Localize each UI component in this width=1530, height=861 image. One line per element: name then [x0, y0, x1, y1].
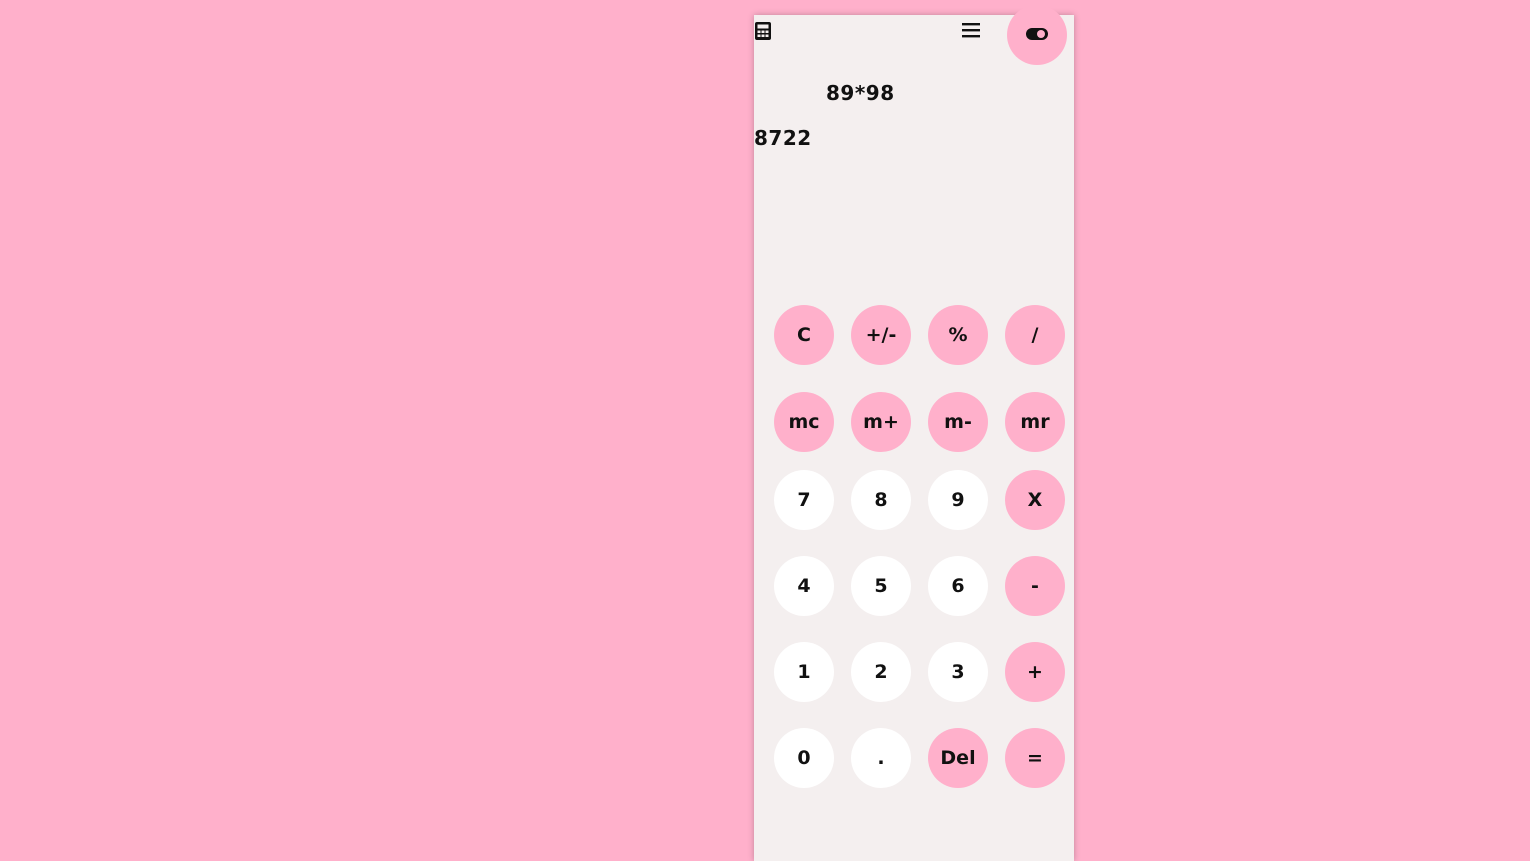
- memory-recall-button[interactable]: mr: [1005, 392, 1065, 452]
- percent-button[interactable]: %: [928, 305, 988, 365]
- digit-4-button[interactable]: 4: [774, 556, 834, 616]
- digit-7-button[interactable]: 7: [774, 470, 834, 530]
- digit-1-button[interactable]: 1: [774, 642, 834, 702]
- divide-button[interactable]: /: [1005, 305, 1065, 365]
- clear-button[interactable]: C: [774, 305, 834, 365]
- digit-8-button[interactable]: 8: [851, 470, 911, 530]
- digit-9-button[interactable]: 9: [928, 470, 988, 530]
- digit-2-button[interactable]: 2: [851, 642, 911, 702]
- memory-clear-button[interactable]: mc: [774, 392, 834, 452]
- digit-6-button[interactable]: 6: [928, 556, 988, 616]
- calculator-icon: [754, 21, 772, 41]
- memory-add-button[interactable]: m+: [851, 392, 911, 452]
- add-button[interactable]: +: [1005, 642, 1065, 702]
- digit-3-button[interactable]: 3: [928, 642, 988, 702]
- digit-5-button[interactable]: 5: [851, 556, 911, 616]
- equals-button[interactable]: =: [1005, 728, 1065, 788]
- sign-toggle-button[interactable]: +/-: [851, 305, 911, 365]
- result-display: 8722: [754, 126, 812, 150]
- memory-subtract-button[interactable]: m-: [928, 392, 988, 452]
- expression-display: 89*98: [826, 81, 895, 105]
- multiply-button[interactable]: X: [1005, 470, 1065, 530]
- subtract-button[interactable]: -: [1005, 556, 1065, 616]
- hamburger-menu-icon[interactable]: [962, 21, 980, 39]
- calculator-panel: 89*98 8722 C +/- % / mc m+ m- mr 7 8 9 X…: [754, 5, 1074, 861]
- toggle-icon: [1025, 26, 1049, 45]
- decimal-button[interactable]: .: [851, 728, 911, 788]
- theme-toggle-button[interactable]: [1007, 5, 1067, 65]
- digit-0-button[interactable]: 0: [774, 728, 834, 788]
- delete-button[interactable]: Del: [928, 728, 988, 788]
